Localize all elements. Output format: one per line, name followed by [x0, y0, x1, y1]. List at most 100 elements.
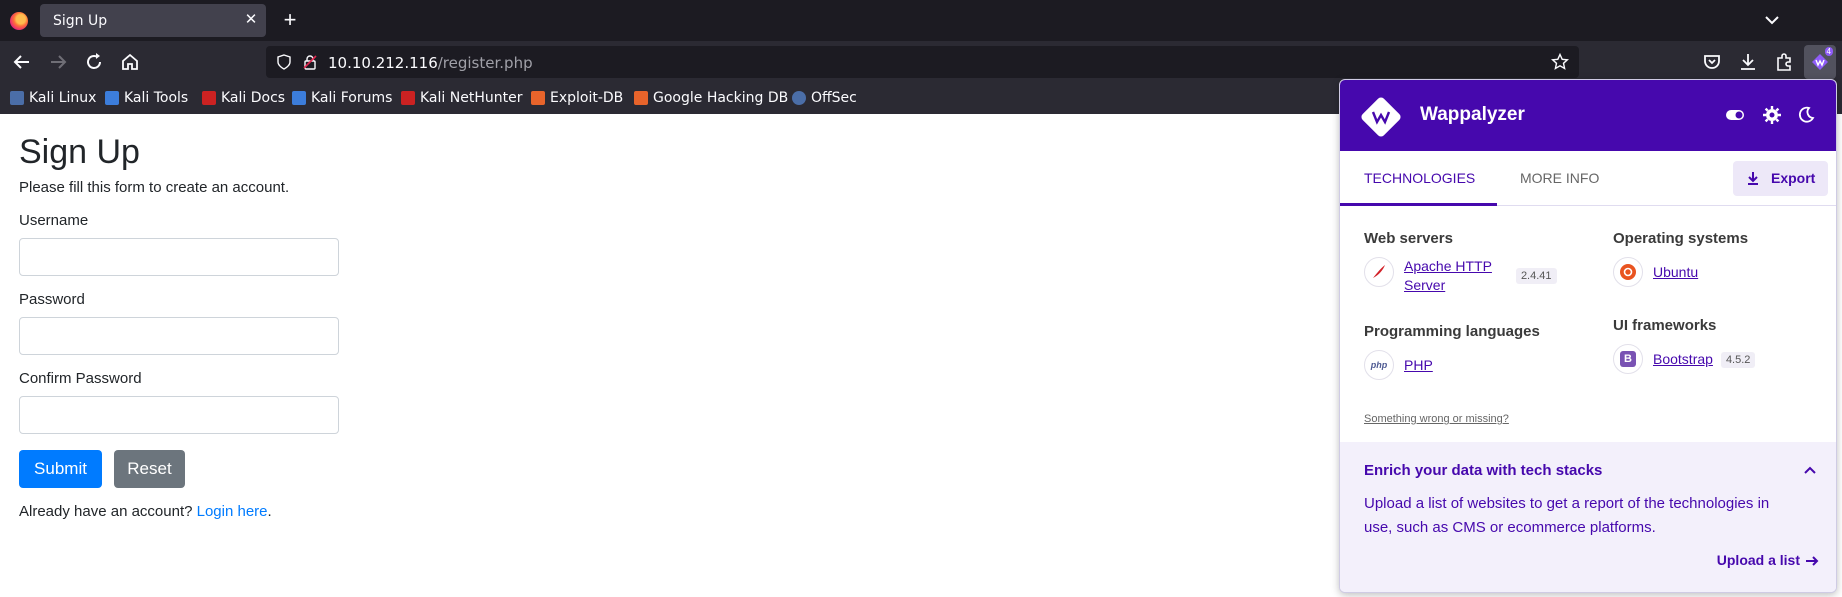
- bookmark-label: Kali Linux: [29, 90, 97, 106]
- arrow-right-icon[interactable]: [1804, 553, 1820, 569]
- download-icon[interactable]: [1736, 50, 1760, 74]
- something-wrong-link[interactable]: Something wrong or missing?: [1364, 413, 1509, 425]
- tab-title: Sign Up: [53, 13, 108, 29]
- ubuntu-icon: [1613, 257, 1643, 287]
- username-input[interactable]: [19, 238, 339, 276]
- tech-bootstrap: B Bootstrap 4.5.2: [1613, 344, 1756, 374]
- url-host: 10.10.212.116: [328, 54, 438, 72]
- tech-ubuntu: Ubuntu: [1613, 257, 1698, 287]
- wappalyzer-popup: Wappalyzer TECHNOLOGIES MORE INFO Export…: [1339, 79, 1837, 593]
- home-icon[interactable]: [118, 50, 142, 74]
- submit-button[interactable]: Submit: [19, 450, 102, 488]
- wappalyzer-title: Wappalyzer: [1420, 104, 1525, 125]
- shield-icon[interactable]: [276, 54, 292, 70]
- pocket-icon[interactable]: [1700, 50, 1724, 74]
- bootstrap-version: 4.5.2: [1720, 351, 1756, 368]
- bootstrap-icon: B: [1613, 344, 1643, 374]
- bookmark-offsec[interactable]: OffSec: [792, 90, 857, 106]
- nav-bar: 10.10.212.116/register.php 4: [0, 41, 1842, 83]
- kali-docs-icon: [202, 91, 216, 105]
- active-tab-indicator: [1340, 203, 1497, 206]
- forward-icon[interactable]: [46, 50, 70, 74]
- page-subtitle: Please fill this form to create an accou…: [19, 179, 290, 196]
- chevron-up-icon[interactable]: [1802, 462, 1818, 478]
- ubuntu-link[interactable]: Ubuntu: [1653, 263, 1698, 282]
- bookmark-label: Kali NetHunter: [420, 90, 523, 106]
- login-prompt-period: .: [267, 503, 272, 520]
- bootstrap-link[interactable]: Bootstrap: [1653, 350, 1713, 369]
- kali-nethunter-icon: [401, 91, 415, 105]
- password-input[interactable]: [19, 317, 339, 355]
- offsec-icon: [792, 91, 806, 105]
- php-icon: php: [1364, 350, 1394, 380]
- star-icon[interactable]: [1551, 53, 1569, 71]
- back-icon[interactable]: [10, 50, 34, 74]
- bookmark-kali-tools[interactable]: Kali Tools: [105, 90, 188, 106]
- enrich-description: Upload a list of websites to get a repor…: [1364, 495, 1770, 536]
- apache-name-line1: Apache HTTP: [1404, 258, 1492, 274]
- reload-icon[interactable]: [82, 50, 106, 74]
- reset-button[interactable]: Reset: [114, 450, 185, 488]
- extension-badge: 4: [1824, 47, 1833, 56]
- close-icon[interactable]: ✕: [242, 11, 260, 29]
- apache-name-line2: Server: [1404, 277, 1446, 293]
- category-web-servers: Web servers: [1364, 230, 1453, 247]
- extensions-icon[interactable]: [1772, 50, 1796, 74]
- apache-link[interactable]: Apache HTTP Server: [1404, 257, 1492, 295]
- moon-icon[interactable]: [1796, 105, 1816, 125]
- confirm-password-input[interactable]: [19, 396, 339, 434]
- bookmark-kali-docs[interactable]: Kali Docs: [202, 90, 285, 106]
- tab-sign-up[interactable]: Sign Up ✕: [40, 4, 266, 37]
- login-prompt: Already have an account? Login here.: [19, 503, 272, 520]
- url-bar[interactable]: 10.10.212.116/register.php: [266, 46, 1579, 78]
- bookmark-google-hacking-db[interactable]: Google Hacking DB: [634, 90, 788, 106]
- chevron-down-icon[interactable]: [1762, 10, 1782, 30]
- bookmark-exploit-db[interactable]: Exploit-DB: [531, 90, 623, 106]
- wappalyzer-logo-mark: [1371, 111, 1391, 125]
- apache-icon: [1364, 257, 1394, 287]
- enrich-title: Enrich your data with tech stacks: [1364, 462, 1603, 479]
- bookmark-kali-forums[interactable]: Kali Forums: [292, 90, 392, 106]
- kali-tools-icon: [105, 91, 119, 105]
- tech-php: php PHP: [1364, 350, 1433, 380]
- tab-bar: Sign Up ✕ +: [0, 0, 1842, 41]
- apache-version: 2.4.41: [1515, 268, 1557, 284]
- bookmark-kali-nethunter[interactable]: Kali NetHunter: [401, 90, 522, 106]
- bookmark-label: OffSec: [811, 90, 857, 106]
- username-label: Username: [19, 212, 89, 229]
- confirm-password-label: Confirm Password: [19, 370, 142, 387]
- download-icon: [1748, 172, 1758, 185]
- category-programming-languages: Programming languages: [1364, 323, 1540, 340]
- tab-technologies[interactable]: TECHNOLOGIES: [1364, 170, 1475, 186]
- password-label: Password: [19, 291, 85, 308]
- bookmark-label: Google Hacking DB: [653, 90, 789, 106]
- lock-warning-icon[interactable]: [302, 54, 318, 70]
- ghdb-icon: [634, 91, 648, 105]
- bookmark-label: Kali Tools: [124, 90, 189, 106]
- gear-icon[interactable]: [1762, 105, 1782, 125]
- bookmark-kali-linux[interactable]: Kali Linux: [10, 90, 96, 106]
- url-path: /register.php: [437, 54, 533, 72]
- toggle-icon[interactable]: [1725, 105, 1745, 125]
- tech-apache: Apache HTTP Server 2.4.41: [1364, 257, 1557, 295]
- kali-forums-icon: [292, 91, 306, 105]
- exploit-db-icon: [531, 91, 545, 105]
- upload-list-link[interactable]: Upload a list: [1717, 552, 1800, 568]
- wappalyzer-extension-button[interactable]: 4: [1804, 45, 1836, 79]
- url-text[interactable]: 10.10.212.116/register.php: [328, 54, 533, 72]
- category-ui-frameworks: UI frameworks: [1613, 317, 1717, 334]
- wappalyzer-tabs: TECHNOLOGIES MORE INFO Export: [1340, 151, 1836, 206]
- tab-more-info[interactable]: MORE INFO: [1520, 170, 1599, 186]
- bookmark-label: Exploit-DB: [550, 90, 624, 106]
- enrich-panel: Enrich your data with tech stacks Upload…: [1340, 442, 1836, 592]
- export-label: Export: [1771, 170, 1816, 186]
- category-operating-systems: Operating systems: [1613, 230, 1749, 247]
- php-link[interactable]: PHP: [1404, 356, 1433, 375]
- export-button[interactable]: Export: [1733, 161, 1828, 196]
- login-link[interactable]: Login here: [197, 503, 268, 520]
- firefox-icon[interactable]: [10, 12, 28, 30]
- bookmark-label: Kali Docs: [221, 90, 286, 106]
- login-prompt-text: Already have an account?: [19, 503, 197, 520]
- kali-icon: [10, 91, 24, 105]
- new-tab-icon[interactable]: +: [278, 8, 302, 32]
